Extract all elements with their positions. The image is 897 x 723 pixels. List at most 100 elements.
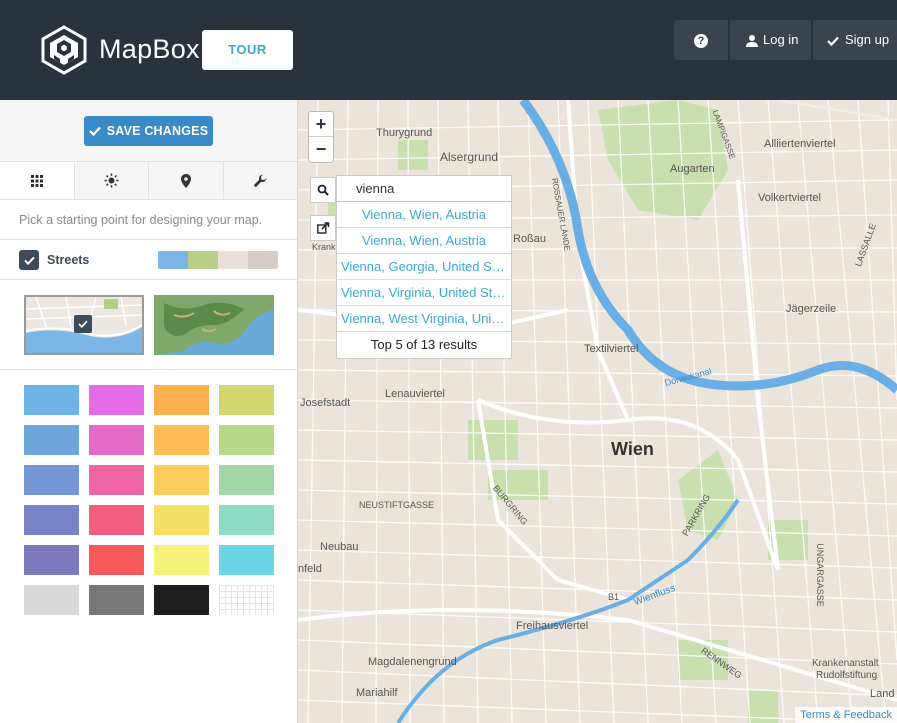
help-icon: ? [694,33,708,48]
color-swatch[interactable] [24,385,79,415]
color-swatch[interactable] [89,385,144,415]
strip-swatch [248,251,278,269]
color-swatch[interactable] [154,425,209,455]
color-swatch[interactable] [219,585,274,615]
check-icon [827,36,839,46]
sun-icon [104,173,119,188]
login-button[interactable]: Log in [730,20,811,60]
map-search-input[interactable] [337,176,511,201]
street-label: UNGARGASSE [814,543,825,607]
color-swatch[interactable] [89,585,144,615]
map-label: Jägerzeile [786,303,837,315]
sidebar-tabs [0,162,297,200]
map-label: Josefstadt [300,397,351,409]
signup-label: Sign up [845,32,890,47]
signup-button[interactable]: Sign up [813,20,897,60]
color-swatch[interactable] [154,465,209,495]
strip-swatch [158,251,188,269]
streets-checkbox[interactable] [19,250,39,270]
color-swatch[interactable] [24,465,79,495]
color-swatch[interactable] [89,545,144,575]
share-icon [316,222,329,234]
wrench-icon [254,174,267,187]
color-swatch[interactable] [219,425,274,455]
map-label: Volkertviertel [758,192,821,204]
color-swatch[interactable] [219,505,274,535]
marker-icon [180,173,191,188]
brand-name[interactable]: MapBox [99,34,200,65]
map-search-box [336,175,512,202]
color-swatch[interactable] [24,505,79,535]
satellite-thumbnail[interactable] [154,295,274,355]
color-swatch[interactable] [89,465,144,495]
color-swatch[interactable] [219,545,274,575]
tour-button[interactable]: TOUR [202,30,293,70]
selected-check [74,315,92,333]
color-swatch[interactable] [24,425,79,455]
streets-label: Streets [47,253,90,267]
login-label: Log in [763,32,799,47]
satellite-thumbnail-image [154,295,274,355]
map-label: Krankenanstalt [812,658,879,669]
search-result-item[interactable]: Vienna, Georgia, United States [337,254,511,280]
check-icon [78,320,88,328]
color-swatch[interactable] [24,585,79,615]
check-icon [23,256,35,265]
top-header: MapBox TOUR ? Log in Sign up [0,0,897,100]
search-result-item[interactable]: Vienna, Virginia, United States [337,280,511,306]
tab-adjust[interactable] [73,162,148,199]
map-share-button[interactable] [310,215,336,241]
mapbox-logo-icon[interactable] [40,25,88,75]
search-result-item[interactable]: Vienna, Wien, Austria [337,202,511,228]
map-label-wien: Wien [611,439,654,459]
color-swatch[interactable] [154,385,209,415]
tab-base-layers[interactable] [0,162,74,199]
map-label: Rudolfstiftung [816,670,878,681]
search-results: Vienna, Wien, Austria Vienna, Wien, Aust… [336,201,512,359]
tab-markers[interactable] [148,162,223,199]
color-swatch[interactable] [154,505,209,535]
color-swatch[interactable] [24,545,79,575]
map-label: Alliiertenviertel [764,138,836,150]
color-swatch[interactable] [89,425,144,455]
map-label: Magdalenengrund [368,656,457,668]
color-swatch[interactable] [154,585,209,615]
streets-thumbnail[interactable] [24,295,144,355]
map-label: Neubau [320,541,359,553]
help-button[interactable]: ? [674,20,728,60]
map-label: Textilviertel [584,343,639,355]
map-view[interactable]: Thurygrund Alsergrund Augarten Alliierte… [298,100,897,723]
save-changes-button[interactable]: SAVE CHANGES [84,116,213,146]
map-label: Thurygrund [376,127,433,139]
color-swatch[interactable] [219,465,274,495]
map-label: Augarten [670,163,715,175]
color-swatch[interactable] [219,385,274,415]
tab-settings[interactable] [222,162,297,199]
map-label: Mariahilf [356,687,398,699]
color-swatch[interactable] [154,545,209,575]
color-swatch[interactable] [89,505,144,535]
base-map-thumbnails [0,280,297,370]
strip-swatch [218,251,248,269]
street-label: NEUSTIFTGASSE [359,500,435,510]
zoom-in-button[interactable]: + [309,112,333,137]
user-icon [746,34,758,47]
terms-feedback-link[interactable]: Terms & Feedback [795,707,897,723]
strip-swatch [188,251,218,269]
search-result-item[interactable]: Vienna, Wien, Austria [337,228,511,254]
map-search-button[interactable] [310,177,336,203]
map-label: Land [870,688,895,700]
search-results-count: Top 5 of 13 results [370,337,478,352]
road-label: B1 [608,592,620,602]
zoom-out-button[interactable]: − [309,137,333,162]
save-area: SAVE CHANGES [0,100,297,162]
save-changes-label: SAVE CHANGES [106,124,209,138]
color-palette [24,385,274,615]
search-result-item[interactable]: Vienna, West Virginia, United States [337,306,511,332]
map-label: Roßau [513,233,547,245]
grid-icon [30,174,43,187]
map-label: Alsergrund [440,150,499,164]
color-grid [24,385,274,615]
style-sidebar: SAVE CHANGES Pick a starting point for d… [0,100,298,723]
hint-text: Pick a starting point for designing your… [0,200,297,240]
